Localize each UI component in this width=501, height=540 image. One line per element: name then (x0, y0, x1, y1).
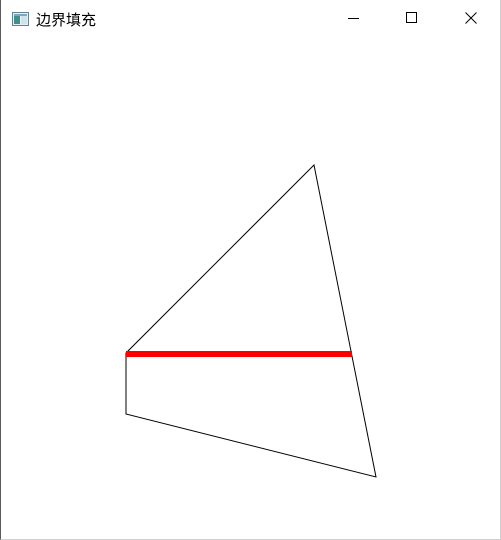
drawing-canvas[interactable] (1, 40, 500, 539)
close-icon (465, 11, 477, 29)
minimize-button[interactable] (325, 0, 383, 40)
minimize-icon (348, 11, 360, 29)
maximize-icon (406, 11, 418, 29)
canvas-background (1, 40, 500, 539)
fill-scanline (126, 351, 352, 357)
app-window: 边界填充 (0, 0, 501, 540)
maximize-button[interactable] (383, 0, 441, 40)
title-bar[interactable]: 边界填充 (1, 0, 500, 40)
drawing-surface (1, 40, 500, 539)
close-button[interactable] (442, 0, 500, 40)
app-window-icon[interactable] (12, 12, 29, 26)
window-title: 边界填充 (36, 11, 97, 29)
